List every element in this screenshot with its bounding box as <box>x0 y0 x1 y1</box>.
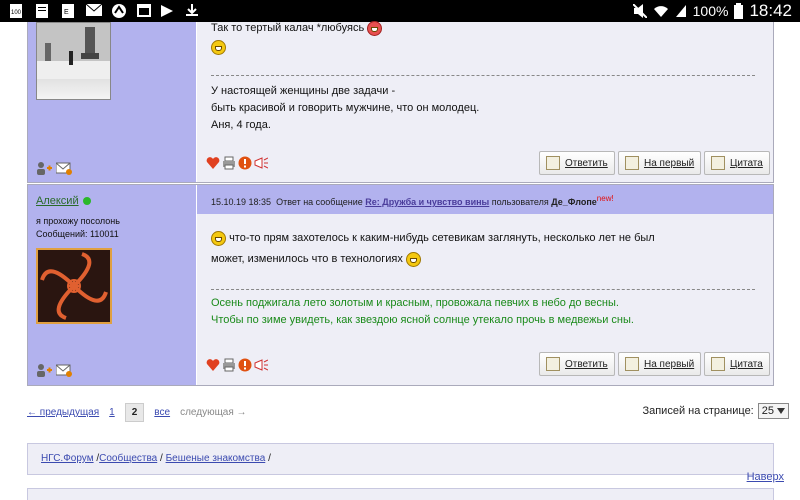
breadcrumb-item[interactable]: Бешеные знакомства <box>166 453 266 464</box>
user-status: я прохожу посолонь <box>36 216 120 226</box>
all-pages-link[interactable]: все <box>154 407 170 418</box>
post-body-line: что-то прям захотелось к каким-нибудь се… <box>211 230 655 247</box>
signature-line: У настоящей женщины две задачи - <box>211 85 396 97</box>
quote-button[interactable]: Цитата <box>704 352 770 376</box>
signature: У настоящей женщины две задачи - быть кр… <box>211 83 479 134</box>
smiley-icon <box>367 20 383 36</box>
forum-post: Так то тертый калач *любуясь У настоящей… <box>27 20 774 183</box>
svg-text:E: E <box>64 9 69 16</box>
megaphone-icon[interactable] <box>254 358 268 372</box>
user-actions <box>36 363 72 377</box>
wifi-icon <box>653 6 668 17</box>
cool-smiley-icon <box>405 251 421 267</box>
next-page-link: следующая → <box>180 407 247 418</box>
records-per-page-label: Записей на странице: <box>642 405 754 417</box>
signature-line: быть красивой и говорить мужчине, что он… <box>211 102 480 114</box>
message-icon[interactable] <box>56 161 72 175</box>
breadcrumb-item[interactable]: Сообщества <box>99 453 157 464</box>
breadcrumb: НГС.Форум /Сообщества / Бешеные знакомст… <box>27 443 774 475</box>
grin-icon <box>211 230 226 246</box>
records-per-page: Записей на странице: 25 <box>642 403 789 419</box>
user-post-count: Сообщений: 110011 <box>36 229 119 239</box>
quote-icon <box>711 156 725 170</box>
print-icon[interactable] <box>222 156 236 170</box>
battery-percent: 100% <box>692 3 729 19</box>
go-to-first-button[interactable]: На первый <box>618 151 702 175</box>
post-content: Так то тертый калач *любуясь У настоящей… <box>197 20 773 182</box>
calendar-icon <box>137 4 151 17</box>
breadcrumb-item[interactable]: НГС.Форум <box>41 453 94 464</box>
reply-to-text: Ответ на сообщение <box>276 197 363 207</box>
signature-line: Чтобы по зиме увидеть, как звездою ясной… <box>211 314 634 326</box>
signature-divider <box>211 289 755 290</box>
first-icon <box>625 156 639 170</box>
back-to-top-link[interactable]: Наверх <box>747 471 784 483</box>
download-icon <box>186 4 198 16</box>
post-author-column: Алексий я прохожу посолонь Сообщений: 11… <box>28 185 196 385</box>
records-per-page-select[interactable]: 25 <box>757 403 789 419</box>
user-avatar <box>36 248 112 324</box>
reply-button[interactable]: Ответить <box>539 151 615 175</box>
post-content: 15.10.19 18:35 Ответ на сообщение Re: Др… <box>197 185 773 385</box>
post-header: 15.10.19 18:35 Ответ на сообщение Re: Др… <box>197 185 773 214</box>
reply-icon <box>546 156 560 170</box>
play-store-icon <box>161 5 173 17</box>
pagination: ← предыдущая 1 2 все следующая → <box>27 403 247 422</box>
user-avatar-photo <box>36 22 111 100</box>
document-icon <box>36 4 48 18</box>
post-actions <box>206 156 268 170</box>
heart-icon[interactable] <box>206 358 220 372</box>
first-icon <box>625 357 639 371</box>
mute-icon <box>632 4 647 18</box>
signature-line: Аня, 4 года. <box>211 119 271 131</box>
reply-icon <box>546 357 560 371</box>
new-badge: new! <box>596 194 614 203</box>
page-link-1[interactable]: 1 <box>109 407 115 418</box>
quote-button[interactable]: Цитата <box>704 151 770 175</box>
quote-icon <box>711 357 725 371</box>
news-icon: E <box>62 4 74 18</box>
app-icon <box>112 4 126 18</box>
heart-icon[interactable] <box>206 156 220 170</box>
post-body-line: может, изменилось что в технологиях <box>211 251 421 268</box>
add-friend-icon[interactable] <box>36 363 52 377</box>
signature-divider <box>211 75 755 76</box>
reply-to-user[interactable]: Де_Флопе <box>551 197 597 207</box>
add-friend-icon[interactable] <box>36 161 52 175</box>
mail-icon <box>86 4 102 16</box>
chevron-down-icon <box>777 408 785 414</box>
android-status-bar: 100 E 100% 18:42 <box>0 0 800 22</box>
forum-post: Алексий я прохожу посолонь Сообщений: 11… <box>27 184 774 386</box>
online-status-dot <box>82 197 91 206</box>
battery-icon <box>734 3 744 19</box>
prev-page-link[interactable]: ← предыдущая <box>27 407 99 418</box>
reply-to-link[interactable]: Re: Дружба и чувство вины <box>365 197 489 207</box>
signal-icon <box>675 5 686 17</box>
post-body-line: Так то тертый калач *любуясь <box>211 20 383 37</box>
by-text: пользователя <box>491 197 549 207</box>
message-icon[interactable] <box>56 363 72 377</box>
signature-line: Осень поджигала лето золотым и красным, … <box>211 297 619 309</box>
user-actions <box>36 161 72 175</box>
clock: 18:42 <box>749 1 792 20</box>
notification-icon-100: 100 <box>10 4 22 18</box>
signature: Осень поджигала лето золотым и красным, … <box>211 295 634 329</box>
go-to-first-button[interactable]: На первый <box>618 352 702 376</box>
alert-icon[interactable] <box>238 156 252 170</box>
footer-box <box>27 488 774 500</box>
svg-text:100: 100 <box>11 10 22 16</box>
post-author-name[interactable]: Алексий <box>36 195 91 207</box>
current-page: 2 <box>124 403 145 422</box>
print-icon[interactable] <box>222 358 236 372</box>
post-date: 15.10.19 18:35 <box>211 197 272 207</box>
alert-icon[interactable] <box>238 358 252 372</box>
reply-button[interactable]: Ответить <box>539 352 615 376</box>
post-actions <box>206 358 268 372</box>
megaphone-icon[interactable] <box>254 156 268 170</box>
grin-icon <box>211 39 226 55</box>
post-author-column <box>28 22 196 182</box>
